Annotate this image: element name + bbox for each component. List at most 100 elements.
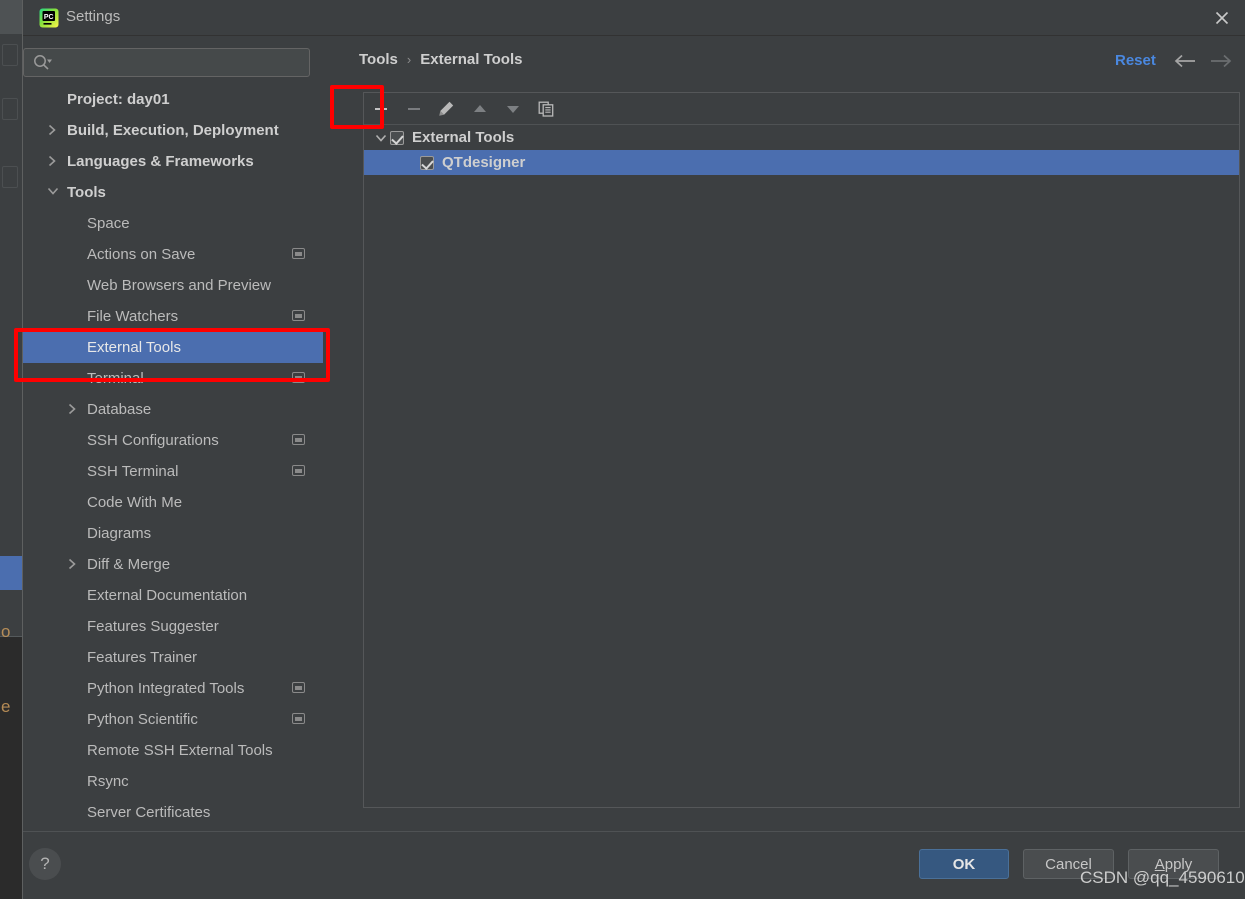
settings-sync-icon — [292, 465, 305, 476]
sidebar-item-diagrams[interactable]: Diagrams — [23, 518, 323, 549]
sidebar-item-python-scientific[interactable]: Python Scientific — [23, 704, 323, 735]
sidebar-item-features-suggester[interactable]: Features Suggester — [23, 611, 323, 642]
sidebar-item-label: Database — [87, 401, 152, 418]
sidebar-item-code-with-me[interactable]: Code With Me — [23, 487, 323, 518]
sidebar-scrollbar-track[interactable] — [329, 48, 644, 831]
sidebar-item-web-browsers-and-preview[interactable]: Web Browsers and Preview — [23, 270, 323, 301]
help-button[interactable]: ? — [29, 848, 61, 880]
sidebar-item-label: Tools — [67, 184, 106, 201]
arrow-up-icon — [463, 93, 496, 125]
sidebar-item-ssh-configurations[interactable]: SSH Configurations — [23, 425, 323, 456]
breadcrumb: Tools › External Tools — [359, 51, 522, 68]
sidebar-item-database[interactable]: Database — [23, 394, 323, 425]
sidebar-item-label: Remote SSH External Tools — [87, 742, 273, 759]
sidebar-item-project-day01[interactable]: Project: day01 — [23, 84, 323, 115]
csdn-watermark: CSDN @qq_45906101 — [1080, 868, 1245, 887]
settings-sync-icon — [292, 248, 305, 259]
tool-item-row[interactable]: QTdesigner — [364, 150, 1239, 175]
sidebar-item-terminal[interactable]: Terminal — [23, 363, 323, 394]
external-tools-list[interactable]: External Tools QTdesigner — [364, 125, 1239, 807]
sidebar-item-languages-frameworks[interactable]: Languages & Frameworks — [23, 146, 323, 177]
chevron-right-icon[interactable] — [67, 403, 81, 417]
tool-item-label: QTdesigner — [442, 154, 526, 171]
breadcrumb-parent[interactable]: Tools — [359, 51, 398, 68]
close-icon[interactable] — [1199, 0, 1245, 35]
background-toolbar — [0, 0, 22, 34]
sidebar-item-label: SSH Terminal — [87, 463, 179, 480]
pencil-icon[interactable] — [430, 93, 463, 125]
sidebar-item-label: Python Scientific — [87, 711, 198, 728]
sidebar-item-remote-ssh-external-tools[interactable]: Remote SSH External Tools — [23, 735, 323, 766]
tools-group-label: External Tools — [412, 129, 515, 146]
chevron-down-icon[interactable] — [47, 186, 61, 200]
settings-sidebar: Project: day01 Build, Execution, Deployme… — [23, 36, 323, 831]
sidebar-item-build-execution-deployment[interactable]: Build, Execution, Deployment — [23, 115, 323, 146]
copy-icon[interactable] — [529, 93, 562, 125]
sidebar-item-label: Code With Me — [87, 494, 183, 511]
ok-button[interactable]: OK — [919, 849, 1009, 879]
arrow-down-icon — [496, 93, 529, 125]
settings-dialog: PC Settings Project: day01 Build, Execut… — [22, 0, 1245, 899]
reset-link[interactable]: Reset — [1115, 52, 1156, 69]
background-text-2: e — [1, 697, 11, 716]
screenshot-root: o e PC Settings Project: day01 Build, Ex… — [0, 0, 1245, 899]
background-tool-button-3 — [2, 166, 18, 188]
settings-sync-icon — [292, 713, 305, 724]
settings-sync-icon — [292, 682, 305, 693]
chevron-right-icon[interactable] — [47, 155, 61, 169]
background-tool-button-1 — [2, 44, 18, 66]
sidebar-item-server-certificates[interactable]: Server Certificates — [23, 797, 323, 828]
search-container — [23, 48, 310, 77]
search-icon[interactable] — [33, 54, 53, 75]
sidebar-item-label: Rsync — [87, 773, 129, 790]
search-input[interactable] — [23, 48, 310, 77]
breadcrumb-current: External Tools — [420, 51, 523, 68]
sidebar-item-ssh-terminal[interactable]: SSH Terminal — [23, 456, 323, 487]
background-console — [0, 637, 22, 899]
sidebar-item-space[interactable]: Space — [23, 208, 323, 239]
tools-group-row[interactable]: External Tools — [364, 125, 1239, 150]
background-selected-row — [0, 556, 22, 590]
external-tools-panel: External Tools QTdesigner — [363, 92, 1240, 808]
breadcrumb-separator-icon: › — [406, 52, 412, 67]
sidebar-item-tools[interactable]: Tools — [23, 177, 323, 208]
sidebar-item-features-trainer[interactable]: Features Trainer — [23, 642, 323, 673]
sidebar-item-external-documentation[interactable]: External Documentation — [23, 580, 323, 611]
sidebar-item-label: Features Suggester — [87, 618, 219, 635]
sidebar-item-python-integrated-tools[interactable]: Python Integrated Tools — [23, 673, 323, 704]
chevron-right-icon[interactable] — [47, 124, 61, 138]
sidebar-item-actions-on-save[interactable]: Actions on Save — [23, 239, 323, 270]
background-text-1: o — [1, 622, 11, 641]
chevron-right-icon[interactable] — [67, 558, 81, 572]
sidebar-item-external-tools[interactable]: External Tools — [23, 332, 323, 363]
sidebar-item-label: Space — [87, 215, 130, 232]
tool-item-checkbox[interactable] — [420, 155, 434, 170]
sidebar-item-label: External Tools — [87, 339, 181, 356]
settings-sync-icon — [292, 372, 305, 383]
sidebar-item-label: Terminal — [87, 370, 144, 387]
sidebar-item-file-watchers[interactable]: File Watchers — [23, 301, 323, 332]
chevron-down-icon[interactable] — [372, 125, 390, 150]
settings-tree[interactable]: Project: day01 Build, Execution, Deployme… — [23, 84, 323, 831]
settings-sync-icon — [292, 310, 305, 321]
plus-icon[interactable] — [364, 93, 397, 125]
svg-text:PC: PC — [44, 14, 54, 21]
sidebar-item-rsync[interactable]: Rsync — [23, 766, 323, 797]
tools-group-checkbox[interactable] — [390, 130, 404, 145]
arrow-right-icon — [1207, 48, 1233, 74]
sidebar-item-diff-merge[interactable]: Diff & Merge — [23, 549, 323, 580]
arrow-left-icon[interactable] — [1173, 48, 1199, 74]
